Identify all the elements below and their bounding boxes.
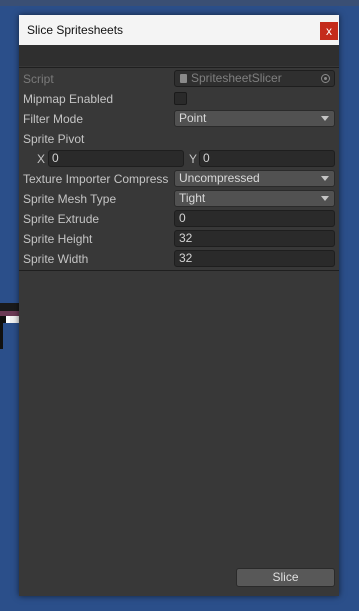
window-toolbar-strip (19, 45, 339, 66)
inspector-panel: Script SpritesheetSlicer Mipmap Enabled … (19, 67, 339, 271)
title-bar[interactable]: Slice Spritesheets x (19, 15, 339, 45)
compression-label: Texture Importer Compress (23, 172, 169, 186)
sprite-pivot-row: Sprite Pivot (19, 129, 339, 149)
mesh-type-dropdown[interactable]: Tight (174, 190, 335, 207)
width-field[interactable]: 32 (174, 250, 335, 267)
mipmap-label: Mipmap Enabled (23, 92, 114, 106)
close-button[interactable]: x (320, 22, 338, 40)
extrude-row: Sprite Extrude 0 (19, 209, 339, 229)
filter-mode-label: Filter Mode (23, 112, 84, 126)
width-row: Sprite Width 32 (19, 249, 339, 269)
compression-row: Texture Importer Compress Uncompressed (19, 169, 339, 189)
chevron-down-icon (321, 116, 329, 121)
mesh-type-row: Sprite Mesh Type Tight (19, 189, 339, 209)
object-picker-icon[interactable] (321, 74, 330, 83)
pivot-x-label: X (37, 152, 46, 166)
pivot-x-field[interactable]: 0 (48, 150, 184, 167)
width-label: Sprite Width (23, 252, 89, 266)
script-row: Script SpritesheetSlicer (19, 69, 339, 89)
script-value: SpritesheetSlicer (191, 71, 282, 85)
mesh-type-value: Tight (179, 191, 206, 205)
script-field[interactable]: SpritesheetSlicer (174, 70, 335, 87)
chevron-down-icon (321, 196, 329, 201)
mesh-type-label: Sprite Mesh Type (23, 192, 117, 206)
slice-spritesheets-window: Slice Spritesheets x Script SpritesheetS… (19, 15, 339, 596)
chevron-down-icon (321, 176, 329, 181)
compression-value: Uncompressed (179, 171, 260, 185)
pivot-y-field[interactable]: 0 (199, 150, 335, 167)
mipmap-checkbox[interactable] (174, 92, 187, 105)
window-title: Slice Spritesheets (27, 23, 124, 37)
height-label: Sprite Height (23, 232, 93, 246)
extrude-field[interactable]: 0 (174, 210, 335, 227)
close-icon: x (326, 24, 332, 38)
script-icon (180, 74, 187, 83)
pivot-y-label: Y (189, 152, 198, 166)
filter-mode-dropdown[interactable]: Point (174, 110, 335, 127)
sprite-pivot-values-row: X 0 Y 0 (19, 149, 339, 169)
compression-dropdown[interactable]: Uncompressed (174, 170, 335, 187)
mipmap-row: Mipmap Enabled (19, 89, 339, 109)
background-pixel-art (0, 303, 19, 349)
sprite-pivot-label: Sprite Pivot (23, 132, 85, 146)
background-toolbar (0, 0, 359, 6)
filter-mode-row: Filter Mode Point (19, 109, 339, 129)
script-label: Script (23, 72, 54, 86)
height-row: Sprite Height 32 (19, 229, 339, 249)
extrude-label: Sprite Extrude (23, 212, 100, 226)
slice-button[interactable]: Slice (236, 568, 335, 587)
height-field[interactable]: 32 (174, 230, 335, 247)
filter-mode-value: Point (179, 111, 207, 125)
